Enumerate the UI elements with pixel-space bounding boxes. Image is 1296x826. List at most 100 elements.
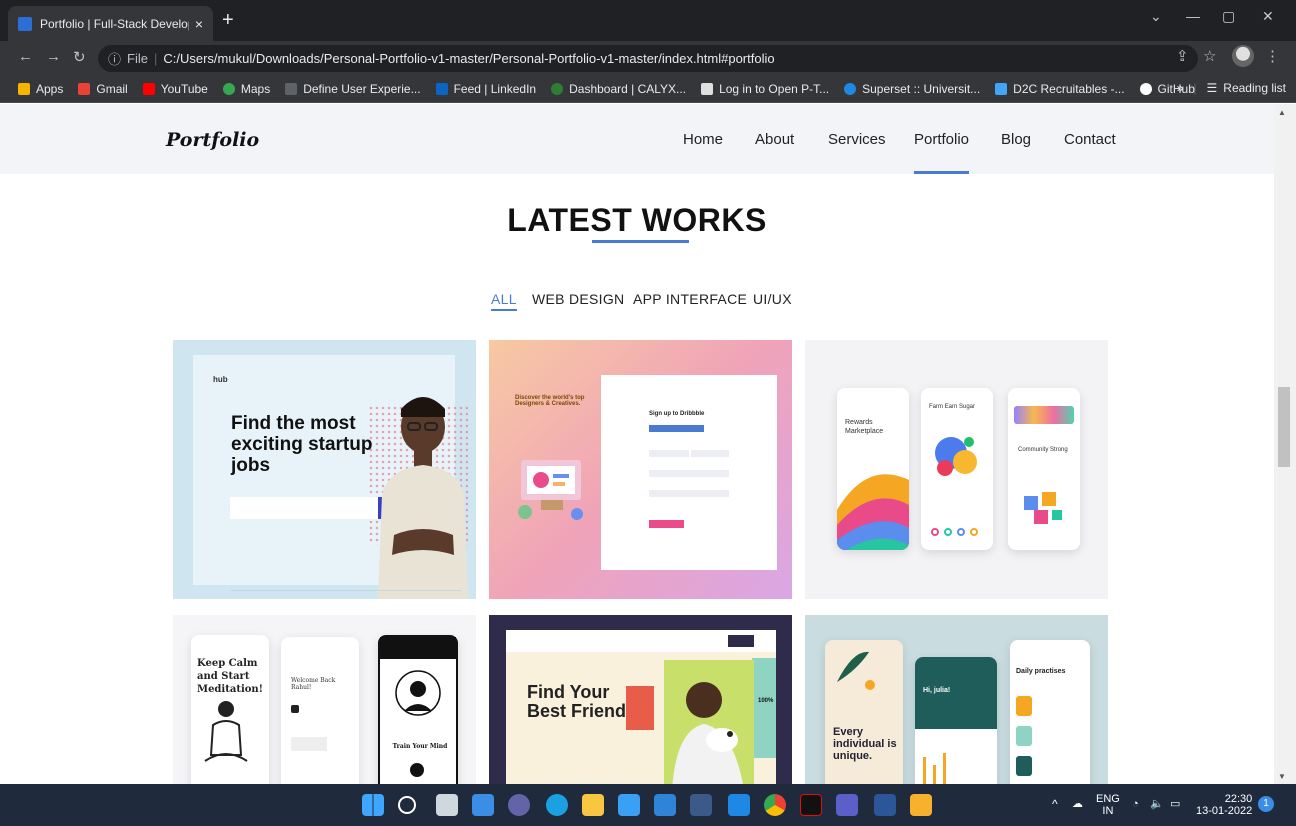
community-illustration: [1024, 492, 1062, 524]
blob-illustration: [935, 437, 977, 476]
nav-services[interactable]: Services: [828, 131, 886, 148]
card-headline: Keep Calm and Start Meditation!: [197, 658, 264, 695]
tag-chips: [1014, 406, 1074, 424]
progress-bar: [923, 757, 926, 784]
work-card-rewards-app[interactable]: Rewards Marketplace Farm Earn Sugar Comm…: [805, 340, 1108, 599]
widgets-icon[interactable]: [472, 794, 494, 816]
filter-app-interface[interactable]: APP INTERFACE: [633, 291, 747, 307]
work-card-meditation[interactable]: Keep Calm and Start Meditation! Welcome …: [173, 615, 476, 784]
page-scrollbar[interactable]: ▲ ▼: [1274, 104, 1296, 784]
store-icon[interactable]: [618, 794, 640, 816]
chrome-icon[interactable]: [764, 794, 786, 816]
phone-screen: Community Strong: [1008, 388, 1080, 550]
forward-icon[interactable]: →: [46, 48, 61, 65]
nav-about[interactable]: About: [755, 131, 794, 148]
url-text[interactable]: C:/Users/mukul/Downloads/Personal-Portfo…: [163, 51, 774, 66]
onedrive-icon[interactable]: ☁: [1072, 798, 1083, 810]
work-card-dribbble[interactable]: Discover the world's top Designers & Cre…: [489, 340, 792, 599]
phone-screen: Rewards Marketplace: [837, 388, 909, 550]
activity-icon: [1016, 696, 1032, 716]
nav-portfolio[interactable]: Portfolio: [914, 131, 969, 148]
github-icon: [1139, 82, 1152, 95]
scroll-up-arrow-icon[interactable]: ▲: [1278, 108, 1286, 117]
word-icon[interactable]: [874, 794, 896, 816]
youtube-icon: [142, 82, 155, 95]
address-bar[interactable]: ⓘ File | C:/Users/mukul/Downloads/Person…: [98, 45, 1198, 72]
colorful-wave-graphic: [837, 474, 909, 550]
bookmark-gmail[interactable]: Gmail: [78, 82, 128, 96]
browser-tab[interactable]: Portfolio | Full-Stack Developer ×: [8, 6, 213, 41]
notification-badge[interactable]: 1: [1258, 796, 1274, 812]
browser-toolbar: ← → ↻ ⓘ File | C:/Users/mukul/Downloads/…: [0, 41, 1296, 75]
close-tab-icon[interactable]: ×: [195, 16, 203, 32]
maximize-icon[interactable]: ▢: [1222, 8, 1235, 25]
site-logo[interactable]: Portfolio: [166, 129, 259, 151]
mock-create-account-button: [649, 520, 684, 528]
close-window-icon[interactable]: ✕: [1262, 8, 1274, 25]
netflix-icon[interactable]: [800, 794, 822, 816]
mock-contact-button: [728, 635, 754, 647]
mail-icon[interactable]: [654, 794, 676, 816]
d2c-icon: [995, 82, 1008, 95]
bookmark-superset[interactable]: Superset :: Universit...: [844, 82, 980, 96]
bookmark-linkedin[interactable]: Feed | LinkedIn: [435, 82, 536, 96]
sublime-icon[interactable]: [910, 794, 932, 816]
reading-list-button[interactable]: Reading list: [1223, 81, 1286, 95]
tab-search-icon[interactable]: ⌄: [1150, 8, 1162, 25]
page-icon: [285, 82, 298, 95]
filter-web-design[interactable]: WEB DESIGN: [532, 291, 624, 307]
start-icon[interactable]: [362, 794, 384, 816]
bookmark-youtube[interactable]: YouTube: [142, 82, 208, 96]
nav-contact[interactable]: Contact: [1064, 131, 1116, 148]
bookmark-maps[interactable]: Maps: [222, 82, 270, 96]
back-icon[interactable]: ←: [18, 48, 33, 65]
signup-form-mock: Sign up to Dribbble: [601, 375, 777, 570]
task-view-icon[interactable]: [436, 794, 458, 816]
brand-logo: hub: [213, 375, 228, 384]
calculator-icon[interactable]: [690, 794, 712, 816]
search-icon[interactable]: [398, 796, 416, 814]
bookmark-define-ux[interactable]: Define User Experie...: [285, 82, 421, 96]
bookmark-star-icon[interactable]: ☆: [1203, 47, 1216, 65]
bookmark-apps[interactable]: Apps: [18, 82, 63, 96]
language-indicator[interactable]: ENG IN: [1096, 793, 1120, 817]
minimize-icon[interactable]: —: [1186, 8, 1200, 24]
section-title-underline: [592, 240, 689, 243]
category-icon: [291, 705, 299, 713]
form-title: Sign up to Dribbble: [649, 411, 705, 417]
clock[interactable]: 22:30 13-01-2022: [1196, 793, 1252, 817]
bookmark-open-pt[interactable]: Log in to Open P-T...: [701, 82, 829, 96]
new-tab-button[interactable]: +: [222, 9, 234, 31]
filter-all[interactable]: ALL: [491, 291, 517, 311]
more-bookmarks-button[interactable]: »: [1177, 81, 1184, 95]
menu-icon[interactable]: ⋮: [1265, 47, 1280, 65]
battery-icon[interactable]: ▭: [1170, 798, 1180, 810]
profile-avatar[interactable]: [1232, 45, 1254, 67]
teams-icon[interactable]: [836, 794, 858, 816]
filter-ui-ux[interactable]: UI/UX: [753, 291, 792, 307]
bookmark-d2c[interactable]: D2C Recruitables -...: [995, 82, 1125, 96]
scroll-down-arrow-icon[interactable]: ▼: [1278, 772, 1286, 781]
volume-icon[interactable]: 🔈: [1150, 798, 1164, 810]
vpn-icon[interactable]: [728, 794, 750, 816]
reload-icon[interactable]: ↻: [73, 48, 86, 66]
edge-icon[interactable]: [546, 794, 568, 816]
phone-title: Farm Earn Sugar: [929, 404, 976, 410]
work-card-pet-adoption[interactable]: 100% Find Your Best Friend: [489, 615, 792, 784]
nav-blog[interactable]: Blog: [1001, 131, 1031, 148]
file-explorer-icon[interactable]: [582, 794, 604, 816]
section-title: LATEST WORKS: [507, 202, 767, 238]
work-card-startup-jobs[interactable]: hub Find the most exciting startup jobs: [173, 340, 476, 599]
bookmark-calyx[interactable]: Dashboard | CALYX...: [551, 82, 686, 96]
show-hidden-icons[interactable]: ^: [1052, 798, 1058, 810]
work-card-meditation-journal[interactable]: Every individual is unique. Hi, julia! D…: [805, 615, 1108, 784]
wifi-icon[interactable]: ◔: [1132, 798, 1139, 810]
share-icon[interactable]: ⇪: [1176, 47, 1189, 65]
profile-photo: [626, 686, 654, 730]
info-icon[interactable]: ⓘ: [108, 49, 121, 68]
mock-google-button: [649, 425, 704, 432]
nav-home[interactable]: Home: [683, 131, 723, 148]
phone-screen: Welcome Back Rahul!: [281, 637, 359, 784]
scrollbar-thumb[interactable]: [1278, 387, 1290, 467]
chat-icon[interactable]: [508, 794, 530, 816]
